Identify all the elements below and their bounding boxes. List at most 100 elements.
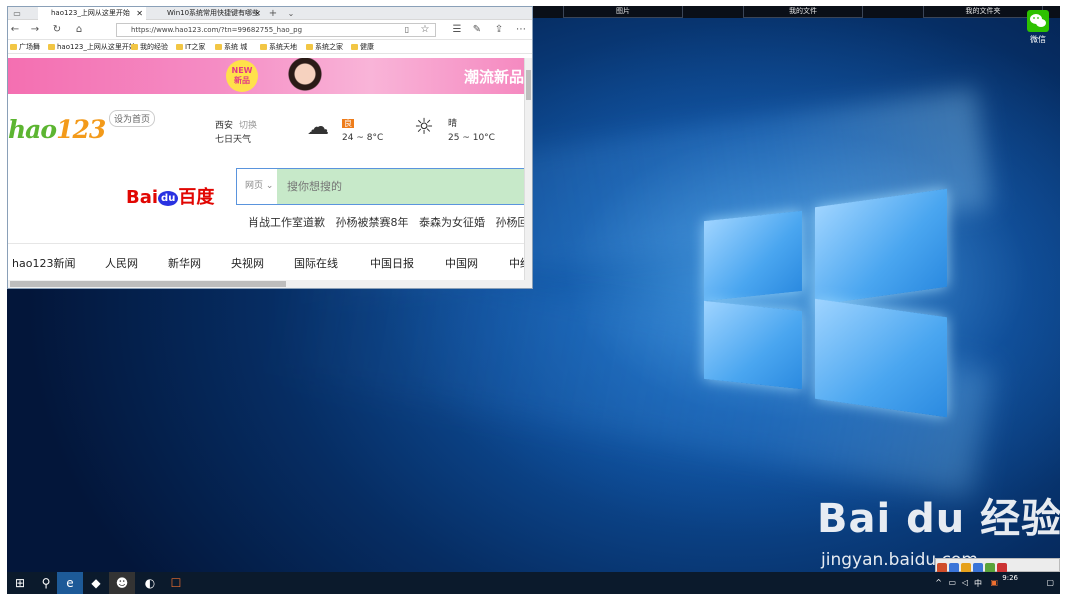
tab-bar: ▭ hao123_上网从这里开始 ✕ Win10系统常用快捷键有哪些 ✕ + ⌄: [8, 7, 532, 20]
site-link[interactable]: 国际在线: [294, 255, 370, 271]
site-links: hao123新闻 人民网 新华网 央视网 国际在线 中国日报 中国网 中经: [12, 255, 531, 271]
top-window-strip: 图片 我的文件 我的文件夹: [533, 6, 1060, 18]
badge-text: NEW: [231, 66, 253, 75]
search-icon[interactable]: ⚲: [33, 572, 59, 594]
close-icon[interactable]: ✕: [254, 7, 261, 20]
scope-label: 网页: [245, 181, 264, 191]
app-icon[interactable]: ☐: [163, 572, 189, 594]
set-home-button[interactable]: 设为首页: [109, 110, 156, 127]
qq-icon[interactable]: ☻: [109, 572, 135, 594]
share-icon[interactable]: ⇪: [492, 23, 506, 37]
hao123-logo[interactable]: hao123: [8, 115, 106, 144]
favorite-item[interactable]: 系统之家: [306, 42, 343, 52]
top-tab[interactable]: 我的文件: [743, 6, 863, 18]
clock[interactable]: 9:26: [1002, 574, 1018, 583]
scroll-thumb[interactable]: [526, 70, 531, 100]
favorite-item[interactable]: 系统 城: [215, 42, 247, 52]
tab-label: Win10系统常用快捷键有哪些: [167, 9, 260, 17]
air-quality-badge: 良: [342, 119, 354, 128]
favorite-star-icon[interactable]: ☆: [418, 23, 432, 37]
vertical-scrollbar[interactable]: [524, 58, 532, 283]
ad-banner[interactable]: NEW 新品 潮流新品: [8, 58, 526, 94]
paw-logo: du: [158, 190, 179, 206]
weather-tomorrow: 晴 25 ~ 10°C: [448, 117, 495, 145]
chevron-down-icon[interactable]: ⌄: [284, 7, 298, 21]
browser-window[interactable]: ▭ hao123_上网从这里开始 ✕ Win10系统常用快捷键有哪些 ✕ + ⌄ ←…: [7, 6, 533, 289]
favorite-item[interactable]: hao123_上网从这里开始: [48, 42, 136, 52]
app-icon[interactable]: ◆: [83, 572, 109, 594]
logo-text: hao: [8, 115, 57, 144]
address-bar[interactable]: https://www.hao123.com/?tn=99682755_hao_…: [116, 23, 436, 37]
pen-icon[interactable]: ✎: [470, 23, 484, 37]
notification-icon[interactable]: ▢: [1046, 578, 1054, 587]
scroll-thumb[interactable]: [10, 281, 286, 287]
favorite-item[interactable]: 我的经验: [131, 42, 168, 52]
baidu-logo[interactable]: Bai du 百度: [126, 183, 214, 209]
desktop: 图片 我的文件 我的文件夹 微信 ▭ hao123_上网从这里开始 ✕ Win10…: [7, 6, 1060, 594]
site-link[interactable]: 央视网: [231, 255, 294, 271]
city-weather: 西安 切换 七日天气: [215, 119, 257, 147]
new-badge: NEW 新品: [226, 60, 258, 92]
close-icon[interactable]: ✕: [136, 7, 143, 20]
logo-number: 123: [56, 115, 106, 144]
forward-icon[interactable]: →: [28, 23, 42, 37]
edge-browser-icon[interactable]: e: [57, 572, 83, 594]
tab-label: hao123_上网从这里开始: [51, 9, 130, 17]
weather-condition: 晴: [448, 119, 458, 129]
site-link[interactable]: 新华网: [168, 255, 231, 271]
banner-title: 潮流新品: [463, 68, 524, 86]
weather-today: 良 24 ~ 8°C: [342, 117, 383, 145]
network-icon[interactable]: ▭: [948, 578, 956, 587]
logo-text: 百度: [178, 187, 215, 208]
hot-searches: 肖战工作室道歉 孙杨被禁赛8年 泰森为女征婚 孙杨回: [248, 214, 532, 230]
windows-start-icon[interactable]: ⊞: [7, 572, 33, 594]
windows-logo-pane: [704, 210, 802, 302]
favorite-item[interactable]: 健康: [351, 42, 374, 52]
switch-city-link[interactable]: 切换: [239, 121, 257, 131]
site-link[interactable]: 中国网: [445, 255, 509, 271]
temperature: 24 ~ 8°C: [342, 133, 384, 143]
refresh-icon[interactable]: ↻: [50, 23, 64, 37]
tab-win10[interactable]: Win10系统常用快捷键有哪些 ✕: [154, 7, 264, 20]
hot-search-link[interactable]: 泰森为女征婚: [419, 216, 485, 229]
tab-actions-icon[interactable]: ▭: [10, 7, 24, 21]
wechat-label: 微信: [1030, 35, 1046, 44]
taskbar: ⊞ ⚲ e ◆ ☻ ◐ ☐ ^ ▭ ◁ 中 ▣ ▢ 9:26: [7, 572, 1060, 594]
model-photo: [270, 58, 340, 94]
new-tab-button[interactable]: +: [266, 7, 280, 21]
watermark-logo: Bai du 经验: [817, 496, 1060, 542]
windows-logo-pane: [815, 298, 947, 418]
favorite-item[interactable]: IT之家: [176, 42, 205, 52]
tab-hao123[interactable]: hao123_上网从这里开始 ✕: [38, 7, 146, 20]
back-icon[interactable]: ←: [8, 23, 22, 37]
home-icon[interactable]: ⌂: [72, 23, 86, 37]
ime-toolbar[interactable]: [935, 558, 1060, 573]
seven-day-link[interactable]: 七日天气: [215, 135, 251, 145]
favorite-item[interactable]: 广场舞: [10, 42, 40, 52]
sun-icon: ☼: [414, 115, 434, 140]
hot-search-link[interactable]: 肖战工作室道歉: [248, 216, 325, 229]
horizontal-scrollbar[interactable]: [8, 280, 532, 288]
divider: [8, 243, 526, 244]
windows-logo-pane: [815, 188, 947, 306]
app-icon[interactable]: ◐: [137, 572, 163, 594]
favorite-item[interactable]: 系统天地: [260, 42, 297, 52]
ime-app-icon[interactable]: ▣: [990, 578, 998, 587]
site-link[interactable]: 中国日报: [370, 255, 445, 271]
more-icon[interactable]: ⋯: [514, 23, 528, 37]
search-input[interactable]: [277, 169, 525, 204]
favorites-list-icon[interactable]: ☰: [450, 23, 464, 37]
search-box: 网页 ⌄: [236, 168, 526, 205]
site-link[interactable]: hao123新闻: [12, 255, 105, 271]
chevron-up-icon[interactable]: ^: [935, 578, 942, 587]
reading-view-icon[interactable]: ▯: [400, 23, 414, 37]
volume-icon[interactable]: ◁: [962, 578, 968, 587]
top-tab[interactable]: 图片: [563, 6, 683, 18]
search-scope-select[interactable]: 网页 ⌄: [237, 169, 277, 204]
temperature: 25 ~ 10°C: [448, 133, 495, 143]
ime-indicator[interactable]: 中: [974, 578, 982, 589]
hot-search-link[interactable]: 孙杨被禁赛8年: [336, 216, 409, 229]
time-text: 9:26: [1002, 574, 1018, 582]
wechat-desktop-icon[interactable]: 微信: [1024, 10, 1052, 45]
site-link[interactable]: 人民网: [105, 255, 168, 271]
